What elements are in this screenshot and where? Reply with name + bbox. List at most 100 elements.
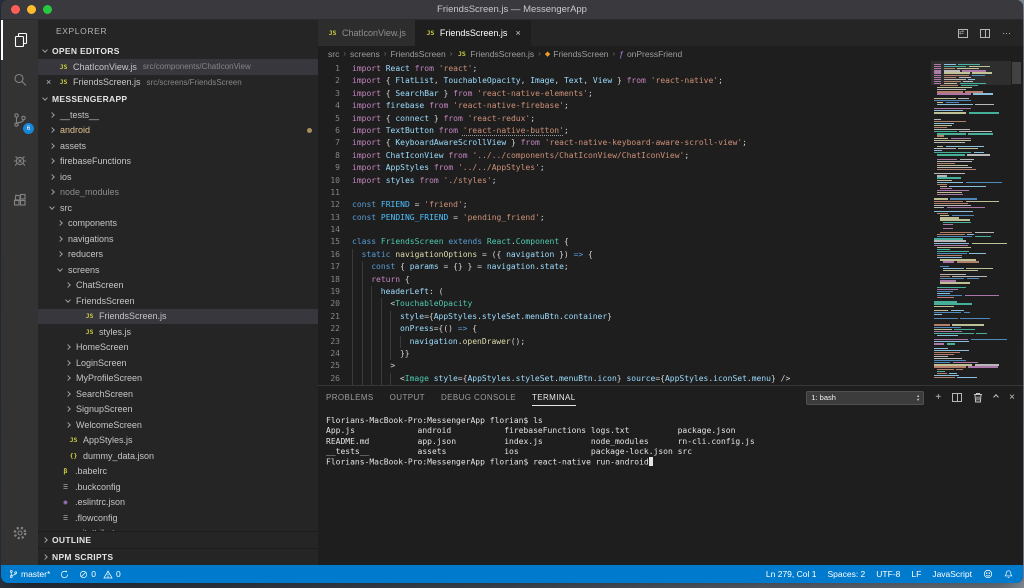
sync-item[interactable] bbox=[60, 570, 69, 579]
code-line-21[interactable]: 21style={AppStyles.styleSet.menuBtn.cont… bbox=[318, 311, 931, 323]
feedback-smiley-icon[interactable] bbox=[983, 569, 993, 579]
code-line-25[interactable]: 25> bbox=[318, 360, 931, 372]
tree-item-__tests__[interactable]: __tests__ bbox=[38, 107, 318, 123]
code-line-4[interactable]: 4import firebase from 'react-native-fire… bbox=[318, 100, 931, 112]
breadcrumb-item-src[interactable]: src bbox=[328, 49, 339, 59]
tree-item-MyProfileScreen[interactable]: MyProfileScreen bbox=[38, 371, 318, 387]
tree-item-ios[interactable]: ios bbox=[38, 169, 318, 185]
cursor-position-item[interactable]: Ln 279, Col 1 bbox=[766, 569, 817, 579]
code-line-1[interactable]: 1import React from 'react'; bbox=[318, 63, 931, 75]
code-line-23[interactable]: 23navigation.openDrawer(); bbox=[318, 336, 931, 348]
tree-item-HomeScreen[interactable]: HomeScreen bbox=[38, 340, 318, 356]
tree-item-ChatScreen[interactable]: ChatScreen bbox=[38, 278, 318, 294]
search-icon[interactable] bbox=[1, 60, 38, 100]
tree-item-reducers[interactable]: reducers bbox=[38, 247, 318, 263]
code-line-14[interactable]: 14 bbox=[318, 224, 931, 236]
code-line-12[interactable]: 12const FRIEND = 'friend'; bbox=[318, 199, 931, 211]
zoom-window-button[interactable] bbox=[43, 5, 52, 14]
code-line-5[interactable]: 5import { connect } from 'react-redux'; bbox=[318, 113, 931, 125]
code-line-15[interactable]: 15class FriendsScreen extends React.Comp… bbox=[318, 236, 931, 248]
editor-tab-FriendsScreen.js[interactable]: JSFriendsScreen.js× bbox=[416, 20, 531, 46]
npm-scripts-header[interactable]: NPM SCRIPTS bbox=[38, 548, 318, 565]
open-editor-FriendsScreen.js[interactable]: ×JSFriendsScreen.jssrc/screens/FriendsSc… bbox=[38, 75, 318, 91]
tree-item-assets[interactable]: assets bbox=[38, 138, 318, 154]
minimap[interactable] bbox=[931, 61, 1011, 385]
tree-item-SignupScreen[interactable]: SignupScreen bbox=[38, 402, 318, 418]
tree-item-AppStyles.js[interactable]: JSAppStyles.js bbox=[38, 433, 318, 449]
code-line-3[interactable]: 3import { SearchBar } from 'react-native… bbox=[318, 88, 931, 100]
encoding-item[interactable]: UTF-8 bbox=[876, 569, 900, 579]
tree-item-firebaseFunctions[interactable]: firebaseFunctions bbox=[38, 154, 318, 170]
panel-tab-terminal[interactable]: TERMINAL bbox=[532, 389, 576, 406]
code-line-10[interactable]: 10import styles from './styles'; bbox=[318, 175, 931, 187]
source-control-icon[interactable]: 6 bbox=[1, 100, 38, 140]
breadcrumb-item-screens[interactable]: screens bbox=[350, 49, 380, 59]
extensions-icon[interactable] bbox=[1, 180, 38, 220]
settings-gear-icon[interactable] bbox=[1, 513, 38, 553]
code-line-24[interactable]: 24}} bbox=[318, 348, 931, 360]
code-line-20[interactable]: 20<TouchableOpacity bbox=[318, 298, 931, 310]
eol-item[interactable]: LF bbox=[911, 569, 921, 579]
new-terminal-icon[interactable]: + bbox=[935, 393, 941, 403]
explorer-icon[interactable] bbox=[1, 20, 38, 60]
debug-icon[interactable] bbox=[1, 140, 38, 180]
editor-scrollbar[interactable] bbox=[1011, 61, 1023, 385]
close-editor-icon[interactable]: × bbox=[46, 78, 54, 86]
problems-item[interactable]: 0 0 bbox=[79, 569, 120, 579]
breadcrumb-item-FriendsScreen[interactable]: ◆FriendsScreen bbox=[545, 49, 609, 59]
code-line-11[interactable]: 11 bbox=[318, 187, 931, 199]
close-window-button[interactable] bbox=[11, 5, 20, 14]
split-terminal-icon[interactable] bbox=[952, 393, 962, 402]
tree-item-node_modules[interactable]: node_modules bbox=[38, 185, 318, 201]
tree-item-screens[interactable]: screens bbox=[38, 262, 318, 278]
terminal-output[interactable]: Florians-MacBook-Pro:MessengerApp floria… bbox=[318, 409, 1023, 565]
notifications-bell-icon[interactable] bbox=[1004, 569, 1013, 579]
outline-header[interactable]: OUTLINE bbox=[38, 531, 318, 548]
breadcrumb-item-FriendsScreen.js[interactable]: JSFriendsScreen.js bbox=[456, 49, 534, 59]
panel-tab-debug-console[interactable]: DEBUG CONSOLE bbox=[441, 389, 516, 406]
code-line-7[interactable]: 7import { KeyboardAwareScrollView } from… bbox=[318, 137, 931, 149]
tree-item-.buckconfig[interactable]: ≡.buckconfig bbox=[38, 479, 318, 495]
code-content[interactable]: 1import React from 'react';2import { Fla… bbox=[318, 61, 931, 385]
tree-item-dummy_data.json[interactable]: {}dummy_data.json bbox=[38, 448, 318, 464]
tree-item-src[interactable]: src bbox=[38, 200, 318, 216]
code-line-13[interactable]: 13const PENDING_FRIEND = 'pending_friend… bbox=[318, 212, 931, 224]
panel-tab-problems[interactable]: PROBLEMS bbox=[326, 389, 374, 406]
editor-area[interactable]: 1import React from 'react';2import { Fla… bbox=[318, 61, 1023, 385]
git-branch-item[interactable]: master* bbox=[9, 569, 50, 579]
kill-terminal-icon[interactable] bbox=[973, 392, 983, 403]
more-actions-icon[interactable]: ⋯ bbox=[1002, 28, 1011, 39]
code-line-9[interactable]: 9import AppStyles from '../../AppStyles'… bbox=[318, 162, 931, 174]
code-line-18[interactable]: 18return { bbox=[318, 274, 931, 286]
open-editor-ChatIconView.js[interactable]: JSChatIconView.jssrc/components/ChatIcon… bbox=[38, 59, 318, 75]
code-line-8[interactable]: 8import ChatIconView from '../../compone… bbox=[318, 150, 931, 162]
tree-item-LoginScreen[interactable]: LoginScreen bbox=[38, 355, 318, 371]
tree-item-components[interactable]: components bbox=[38, 216, 318, 232]
indentation-item[interactable]: Spaces: 2 bbox=[827, 569, 865, 579]
scrollbar-thumb[interactable] bbox=[1012, 62, 1021, 84]
language-mode-item[interactable]: JavaScript bbox=[932, 569, 972, 579]
close-panel-icon[interactable]: × bbox=[1009, 393, 1015, 403]
open-editors-header[interactable]: OPEN EDITORS bbox=[38, 42, 318, 59]
minimize-window-button[interactable] bbox=[27, 5, 36, 14]
tree-item-.eslintrc.json[interactable]: ◉.eslintrc.json bbox=[38, 495, 318, 511]
terminal-shell-select[interactable]: 1: bash ▴▾ bbox=[806, 391, 924, 405]
editor-tab-ChatIconView.js[interactable]: JSChatIconView.js bbox=[318, 20, 416, 46]
title-bar[interactable]: FriendsScreen.js — MessengerApp bbox=[1, 0, 1023, 20]
split-editor-icon[interactable] bbox=[980, 29, 990, 38]
panel-tab-output[interactable]: OUTPUT bbox=[390, 389, 425, 406]
maximize-panel-icon[interactable] bbox=[994, 397, 998, 399]
project-header[interactable]: MESSENGERAPP bbox=[38, 90, 318, 107]
open-changes-icon[interactable]: ⇄ bbox=[958, 29, 968, 38]
tree-item-SearchScreen[interactable]: SearchScreen bbox=[38, 386, 318, 402]
code-line-2[interactable]: 2import { FlatList, TouchableOpacity, Im… bbox=[318, 75, 931, 87]
tree-item-FriendsScreen[interactable]: FriendsScreen bbox=[38, 293, 318, 309]
tree-item-.flowconfig[interactable]: ≡.flowconfig bbox=[38, 510, 318, 526]
close-tab-icon[interactable]: × bbox=[515, 28, 521, 39]
tree-item-styles.js[interactable]: JSstyles.js bbox=[38, 324, 318, 340]
code-line-19[interactable]: 19headerLeft: ( bbox=[318, 286, 931, 298]
code-line-17[interactable]: 17const { params = {} } = navigation.sta… bbox=[318, 261, 931, 273]
breadcrumb-item-FriendsScreen[interactable]: FriendsScreen bbox=[390, 49, 445, 59]
tree-item-.babelrc[interactable]: β.babelrc bbox=[38, 464, 318, 480]
code-line-26[interactable]: 26<Image style={AppStyles.styleSet.menuB… bbox=[318, 373, 931, 385]
